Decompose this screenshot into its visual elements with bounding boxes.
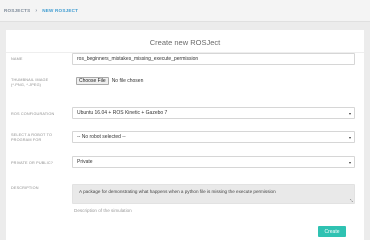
- chevron-right-icon: ›: [35, 7, 38, 14]
- visibility-value: Private: [77, 159, 93, 165]
- description-value: A package for demonstrating what happens…: [79, 189, 276, 194]
- breadcrumb: ROSJECTS › NEW ROSJECT: [0, 0, 370, 22]
- thumbnail-label: THUMBNAIL IMAGE (*.PNG, *.JPEG): [11, 78, 49, 87]
- caret-down-icon: ▾: [348, 159, 351, 165]
- resize-handle-icon[interactable]: ⤡: [350, 198, 353, 203]
- robot-label: SELECT A ROBOT TO PROGRAM FOR: [11, 133, 53, 142]
- ros-configuration-label: ROS CONFIGURATION: [11, 112, 55, 116]
- description-label: DESCRIPTION: [11, 186, 39, 190]
- thumbnail-file-input: Choose File No file chosen: [76, 77, 143, 85]
- ros-configuration-select[interactable]: Ubuntu 16.04 + ROS Kinetic + Gazebo 7 ▾: [72, 107, 355, 119]
- breadcrumb-rosjects-link[interactable]: ROSJECTS: [4, 8, 30, 13]
- breadcrumb-current: NEW ROSJECT: [42, 8, 79, 13]
- page-title: Create new ROSJect: [149, 38, 221, 47]
- name-input[interactable]: ros_beginners_mistakes_missing_execute_p…: [72, 53, 355, 65]
- caret-down-icon: ▾: [348, 134, 351, 140]
- ros-configuration-value: Ubuntu 16.04 + ROS Kinetic + Gazebo 7: [77, 110, 168, 116]
- choose-file-button[interactable]: Choose File: [76, 77, 109, 85]
- visibility-label: PRIVATE OR PUBLIC?: [11, 161, 54, 165]
- description-textarea[interactable]: A package for demonstrating what happens…: [72, 184, 355, 204]
- description-help: Description of the simulation: [74, 208, 132, 213]
- create-button[interactable]: Create: [318, 226, 346, 237]
- caret-down-icon: ▾: [348, 110, 351, 116]
- robot-select[interactable]: -- No robot selected -- ▾: [72, 131, 355, 143]
- file-status: No file chosen: [111, 78, 144, 84]
- name-label: NAME: [11, 57, 23, 61]
- visibility-select[interactable]: Private ▾: [72, 156, 355, 168]
- create-rosject-form: Create new ROSJect NAME ros_beginners_mi…: [6, 30, 364, 240]
- robot-value: -- No robot selected --: [77, 134, 126, 140]
